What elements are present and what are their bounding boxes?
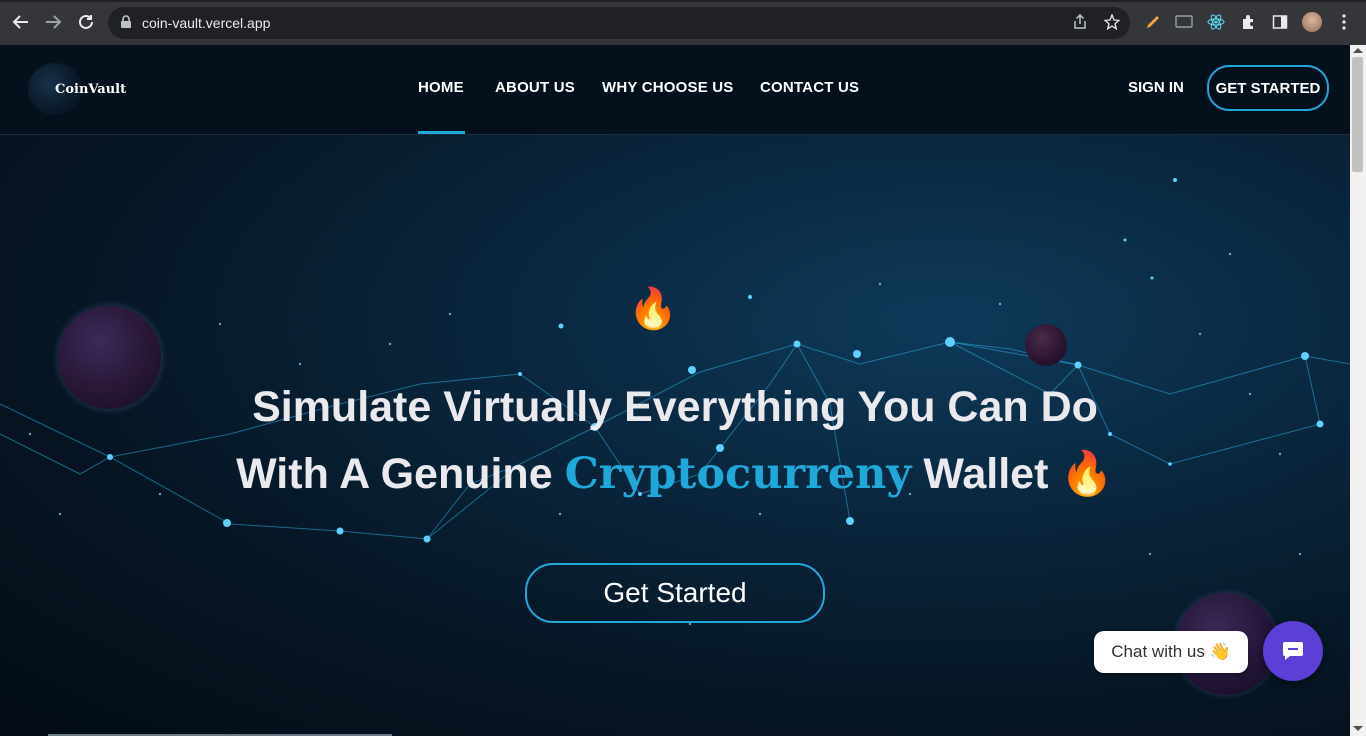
hero-line2-prefix: With A Genuine [236, 450, 553, 498]
logo-text[interactable]: CoinVault [55, 82, 126, 97]
tab-strip [0, 0, 1366, 2]
extensions-puzzle-icon[interactable] [1238, 12, 1258, 32]
scroll-down-arrow-icon[interactable] [1353, 726, 1363, 731]
nav-about-us[interactable]: ABOUT US [495, 79, 575, 96]
hero-headline-line1: Simulate Virtually Everything You Can Do [252, 383, 1098, 431]
nav-home[interactable]: HOME [418, 79, 464, 96]
hero-line2-suffix: Wallet 🔥 [923, 450, 1114, 498]
page-viewport: CoinVault HOME ABOUT US WHY CHOOSE US CO… [0, 45, 1350, 736]
sign-in-link[interactable]: SIGN IN [1128, 79, 1184, 96]
hero-headline-line2: With A Genuine Cryptocurreny Wallet 🔥 [0, 449, 1350, 499]
chat-bubble[interactable]: Chat with us 👋 [1094, 631, 1248, 673]
forward-icon[interactable] [42, 11, 64, 33]
back-icon[interactable] [10, 11, 32, 33]
cast-icon[interactable] [1174, 12, 1194, 32]
nav-contact-us[interactable]: CONTACT US [760, 79, 859, 96]
pen-extension-icon[interactable] [1143, 12, 1163, 32]
side-panel-icon[interactable] [1270, 12, 1290, 32]
floating-orb [1025, 324, 1067, 366]
chat-launcher-button[interactable] [1263, 621, 1323, 681]
get-started-nav-button[interactable]: GET STARTED [1207, 65, 1329, 111]
site-header: CoinVault HOME ABOUT US WHY CHOOSE US CO… [0, 45, 1350, 135]
scroll-up-arrow-icon[interactable] [1353, 48, 1363, 53]
share-icon[interactable] [1070, 12, 1090, 32]
reload-icon[interactable] [75, 11, 97, 33]
fire-emoji: 🔥 [628, 287, 678, 331]
hero-accent-word: Cryptocurreny [564, 449, 912, 499]
scrollbar-thumb[interactable] [1352, 57, 1363, 172]
bookmark-star-icon[interactable] [1102, 12, 1122, 32]
menu-kebab-icon[interactable] [1334, 12, 1354, 32]
nav-active-indicator [418, 131, 465, 134]
chat-icon [1283, 642, 1303, 660]
nav-why-choose-us[interactable]: WHY CHOOSE US [602, 79, 734, 96]
hero-get-started-button[interactable]: Get Started [525, 563, 825, 623]
lock-icon[interactable] [116, 12, 136, 32]
url-text[interactable]: coin-vault.vercel.app [142, 15, 270, 31]
browser-toolbar: coin-vault.vercel.app [0, 0, 1366, 45]
react-devtools-icon[interactable] [1206, 12, 1226, 32]
profile-avatar-icon[interactable] [1302, 12, 1322, 32]
